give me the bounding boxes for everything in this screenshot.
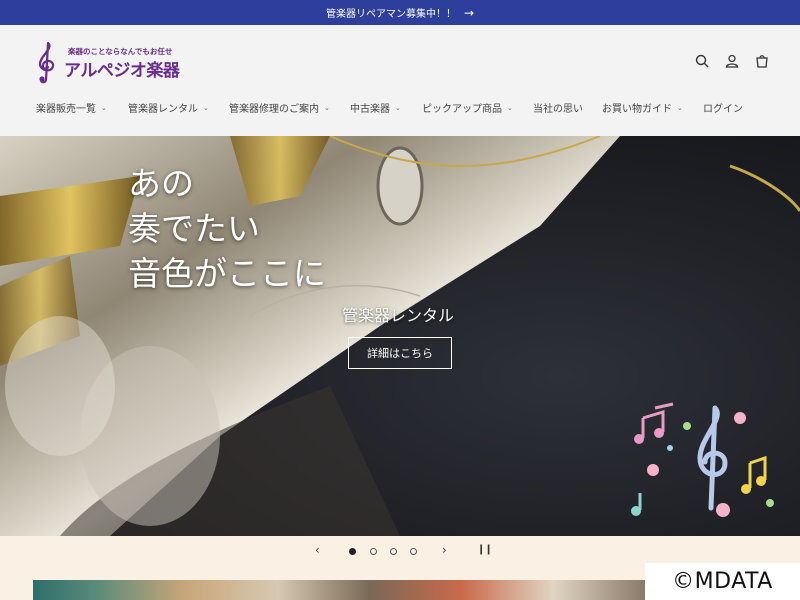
chevron-down-icon: ⌄: [101, 103, 107, 112]
announcement-text[interactable]: 管楽器リペアマン募集中！！: [326, 5, 456, 20]
chevron-down-icon: ⌄: [507, 103, 513, 112]
nav-item-rental[interactable]: 管楽器レンタル ⌄: [128, 100, 229, 116]
site-header: 楽器のことならなんでもお任せ アルペジオ楽器 楽器販売一覧 ⌄ 管楽器レンタル ⌄ …: [0, 25, 800, 136]
chevron-down-icon: ⌄: [677, 103, 683, 112]
slide-dot-1[interactable]: [349, 548, 356, 555]
music-notes-decoration-icon: [631, 402, 774, 517]
nav-label: 中古楽器: [350, 104, 390, 115]
nav-label: 楽器販売一覧: [36, 104, 96, 115]
chevron-down-icon: ⌄: [324, 103, 330, 112]
slider-controls: ‹ › ❙❙: [0, 536, 800, 566]
watermark: ©MDATA: [645, 563, 800, 600]
section-image: [33, 580, 645, 600]
search-icon[interactable]: [694, 53, 710, 69]
main-nav: 楽器販売一覧 ⌄ 管楽器レンタル ⌄ 管楽器修理のご案内 ⌄ 中古楽器 ⌄ ピックアップ…: [36, 100, 743, 116]
cart-icon[interactable]: [754, 53, 770, 69]
hero-headline: あの 奏でたい 音色がここに: [128, 161, 326, 296]
nav-label: 当社の思い: [533, 104, 583, 115]
chevron-right-icon[interactable]: ›: [442, 543, 447, 557]
chevron-down-icon: ⌄: [395, 103, 401, 112]
hero-slide[interactable]: あの 奏でたい 音色がここに 管楽器レンタル 詳細はこちら: [0, 136, 800, 536]
nav-label: 管楽器修理のご案内: [229, 104, 319, 115]
details-button[interactable]: 詳細はこちら: [348, 337, 452, 369]
nav-item-guide[interactable]: お買い物ガイド ⌄: [602, 100, 703, 116]
chevron-down-icon: ⌄: [203, 103, 209, 112]
logo-name: アルペジオ楽器: [64, 61, 180, 81]
nav-item-login[interactable]: ログイン: [703, 100, 743, 115]
nav-label: ログイン: [703, 104, 743, 115]
pause-icon[interactable]: ❙❙: [477, 544, 493, 555]
nav-label: 管楽器レンタル: [128, 104, 198, 115]
hero-line-3: 音色がここに: [128, 254, 326, 293]
chevron-left-icon[interactable]: ‹: [315, 543, 320, 557]
nav-item-instrument-sales[interactable]: 楽器販売一覧 ⌄: [36, 100, 128, 116]
slide-dot-3[interactable]: [390, 548, 397, 555]
nav-label: お買い物ガイド: [602, 104, 672, 115]
announcement-bar[interactable]: 管楽器リペアマン募集中！！ →: [0, 0, 800, 25]
slide-dot-4[interactable]: [410, 548, 417, 555]
slide-dot-2[interactable]: [370, 548, 377, 555]
nav-item-repair[interactable]: 管楽器修理のご案内 ⌄: [229, 100, 350, 116]
nav-item-used[interactable]: 中古楽器 ⌄: [350, 100, 422, 116]
nav-item-pickup[interactable]: ピックアップ商品 ⌄: [422, 100, 533, 116]
arrow-right-icon[interactable]: →: [464, 6, 474, 20]
hero-line-1: あの: [128, 164, 194, 203]
hero-subtitle: 管楽器レンタル: [342, 306, 455, 325]
account-icon[interactable]: [724, 53, 740, 69]
nav-label: ピックアップ商品: [422, 104, 502, 115]
site-logo[interactable]: 楽器のことならなんでもお任せ アルペジオ楽器: [32, 40, 202, 84]
treble-clef-logo-icon: [38, 41, 55, 84]
hero-line-2: 奏でたい: [128, 209, 260, 248]
nav-item-philosophy[interactable]: 当社の思い: [533, 100, 602, 115]
